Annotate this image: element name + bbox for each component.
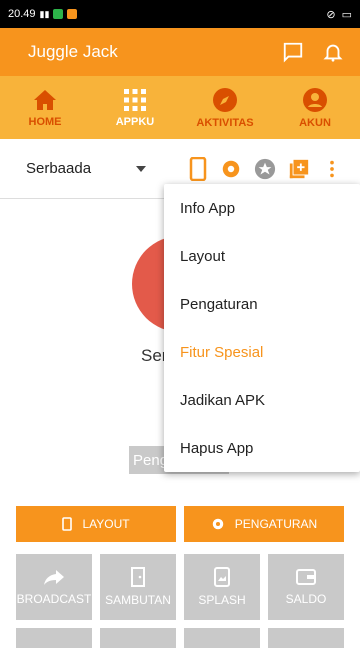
signal-icon: ▮▮: [39, 8, 50, 19]
status-time: 20.49: [8, 8, 36, 20]
image-icon: [214, 567, 230, 587]
tile-partial[interactable]: [268, 628, 344, 648]
home-icon: [34, 89, 56, 110]
chat-icon[interactable]: [282, 41, 304, 63]
settings-button[interactable]: PENGATURAN: [184, 506, 344, 542]
nav-label-home: HOME: [28, 115, 62, 128]
nav-item-akun[interactable]: AKUN: [270, 76, 360, 139]
menu-item-fitur-spesial[interactable]: Fitur Spesial: [164, 328, 360, 376]
status-pill-text: Peng: [133, 451, 169, 469]
layout-button-label: LAYOUT: [82, 517, 130, 531]
tile-saldo[interactable]: SALDO: [268, 554, 344, 620]
tile-splash[interactable]: SPLASH: [184, 554, 260, 620]
action-buttons: LAYOUT PENGATURAN: [16, 506, 344, 542]
phone-icon[interactable]: [188, 157, 208, 181]
bell-icon[interactable]: [322, 41, 344, 63]
status-bar: 20.49 ▮▮ ⊘ ▭: [0, 0, 360, 28]
nav-label-akun: AKUN: [299, 116, 331, 129]
tile-label: SALDO: [285, 592, 327, 606]
nav-item-home[interactable]: HOME: [0, 76, 90, 139]
menu-item-layout[interactable]: Layout: [164, 232, 360, 280]
notification-chip-green: [53, 9, 64, 19]
more-vert-icon[interactable]: [322, 158, 342, 180]
tile-label: SPLASH: [198, 593, 246, 607]
menu-item-hapus-app[interactable]: Hapus App: [164, 424, 360, 472]
menu-item-pengaturan[interactable]: Pengaturan: [164, 280, 360, 328]
tile-sambutan[interactable]: SAMBUTAN: [100, 554, 176, 620]
tile-broadcast[interactable]: BROADCAST: [16, 554, 92, 620]
gear-icon[interactable]: [220, 158, 242, 180]
tile-partial[interactable]: [16, 628, 92, 648]
share-icon: [44, 570, 64, 585]
star-icon[interactable]: [254, 158, 276, 180]
bottom-nav: HOME APPKU AKTIVITAS AKUN: [0, 76, 360, 139]
app-title: Juggle Jack: [28, 42, 118, 61]
menu-item-info-app[interactable]: Info App: [164, 184, 360, 232]
nav-label-appku: APPKU: [115, 115, 155, 128]
tile-partial[interactable]: [100, 628, 176, 648]
tile-label: SAMBUTAN: [105, 593, 171, 607]
battery-icon: ▭: [341, 8, 352, 21]
notification-chip-orange: [67, 9, 78, 19]
add-library-icon[interactable]: [288, 158, 310, 180]
gear-icon: [212, 518, 224, 530]
mute-icon: ⊘: [326, 8, 336, 21]
door-icon: [131, 567, 145, 587]
overflow-menu: Info App Layout Pengaturan Fitur Spesial…: [164, 184, 360, 472]
dropdown-value: Serbaada: [26, 160, 92, 177]
nav-item-appku[interactable]: APPKU: [90, 76, 180, 139]
chevron-down-icon: [136, 165, 146, 172]
feature-tiles: BROADCAST SAMBUTAN SPLASH SALDO: [16, 554, 344, 648]
account-icon: [303, 87, 327, 112]
tile-partial[interactable]: [184, 628, 260, 648]
category-dropdown[interactable]: Serbaada: [26, 160, 146, 177]
app-bar: Juggle Jack: [0, 28, 360, 76]
phone-icon: [62, 517, 73, 531]
nav-item-aktivitas[interactable]: AKTIVITAS: [180, 76, 270, 139]
settings-button-label: PENGATURAN: [234, 517, 318, 531]
menu-item-jadikan-apk[interactable]: Jadikan APK: [164, 376, 360, 424]
wallet-icon: [296, 569, 316, 585]
tile-label: BROADCAST: [16, 592, 92, 606]
nav-label-aktivitas: AKTIVITAS: [196, 116, 254, 129]
compass-icon: [213, 87, 237, 112]
layout-button[interactable]: LAYOUT: [16, 506, 176, 542]
grid-icon: [124, 88, 146, 111]
